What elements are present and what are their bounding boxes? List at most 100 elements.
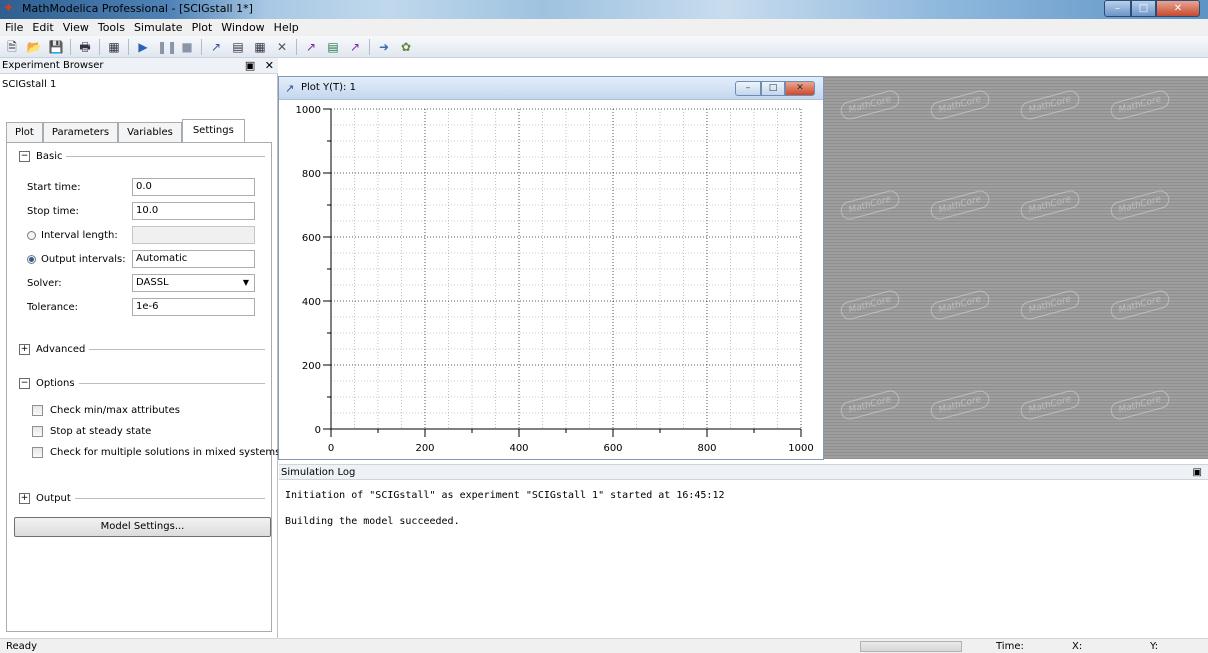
- watermark: MathCore: [838, 288, 902, 322]
- simulation-log-title: Simulation Log: [281, 467, 356, 478]
- watermark: MathCore: [1108, 188, 1172, 222]
- check-minmax-checkbox[interactable]: [32, 405, 43, 416]
- tab-parameters[interactable]: Parameters: [42, 122, 119, 142]
- watermark: MathCore: [928, 188, 992, 222]
- collapse-basic-toggle[interactable]: −: [19, 151, 30, 162]
- plot-minimize-button[interactable]: –: [735, 81, 761, 96]
- stop-icon[interactable]: ■: [179, 39, 195, 55]
- x-tick-label: 800: [697, 443, 716, 454]
- start-time-label: Start time:: [27, 181, 81, 193]
- check-minmax-row: Check min/max attributes: [32, 405, 180, 416]
- output-section-label: Output: [36, 493, 71, 504]
- simulation-log-header: Simulation Log ▣: [279, 464, 1208, 480]
- expand-advanced-toggle[interactable]: +: [19, 344, 30, 355]
- plot-maximize-button[interactable]: □: [761, 81, 785, 96]
- app-logo-icon: ✦: [3, 1, 14, 16]
- tab-settings[interactable]: Settings: [181, 119, 245, 142]
- solver-dropdown[interactable]: DASSL ▼: [132, 274, 255, 292]
- advanced-section-header: + Advanced: [19, 344, 265, 355]
- model-icon[interactable]: ▦: [106, 39, 122, 55]
- check-minmax-label: Check min/max attributes: [50, 405, 180, 416]
- toolbar-separator: [128, 38, 129, 55]
- bar-plot-icon[interactable]: ↗: [347, 39, 363, 55]
- toolbar-separator: [296, 38, 297, 55]
- plot-icon[interactable]: ↗: [208, 39, 224, 55]
- output-intervals-radio[interactable]: [27, 254, 36, 264]
- section-divider: [78, 383, 265, 384]
- menu-file[interactable]: File: [5, 19, 23, 36]
- output-intervals-field[interactable]: Automatic: [132, 250, 255, 268]
- stop-time-field[interactable]: 10.0: [132, 202, 255, 220]
- experiment-name[interactable]: SCIGstall 1: [2, 78, 56, 92]
- stop-steady-row: Stop at steady state: [32, 426, 151, 437]
- log-line: Building the model succeeded.: [285, 516, 460, 527]
- tab-bar: Plot Parameters Variables Settings: [6, 119, 245, 142]
- expand-output-toggle[interactable]: +: [19, 493, 30, 504]
- delete-icon[interactable]: ✕: [274, 39, 290, 55]
- stop-steady-label: Stop at steady state: [50, 426, 152, 437]
- section-divider: [66, 156, 265, 157]
- y-tick-label: 0: [315, 425, 321, 436]
- check-multiple-row: Check for multiple solutions in mixed sy…: [32, 447, 280, 458]
- plot-icon: ↗: [285, 82, 295, 95]
- plot-window: ↗ Plot Y(T): 1 – □ ✕ 0 200 400 600 800 1000 0 2…: [278, 76, 824, 460]
- start-time-field[interactable]: 0.0: [132, 178, 255, 196]
- menu-help[interactable]: Help: [274, 19, 299, 36]
- x-tick-label: 1000: [788, 443, 813, 454]
- x-tick-label: 200: [415, 443, 434, 454]
- pin-icon[interactable]: ▣: [245, 59, 255, 72]
- menu-simulate[interactable]: Simulate: [134, 19, 183, 36]
- x-coordinate-label: X:: [1072, 641, 1083, 652]
- plot-close-button[interactable]: ✕: [785, 81, 815, 96]
- watermark: MathCore: [1018, 288, 1082, 322]
- interval-length-field[interactable]: [132, 226, 255, 244]
- menu-plot[interactable]: Plot: [192, 19, 213, 36]
- experiment-browser: Experiment Browser ▣ ✕ SCIGstall 1 Plot …: [0, 58, 280, 638]
- menu-view[interactable]: View: [63, 19, 89, 36]
- model-settings-button[interactable]: Model Settings...: [14, 517, 271, 537]
- title-bar: ✦ MathModelica Professional - [SCIGstall…: [0, 0, 1208, 19]
- watermark: MathCore: [1018, 388, 1082, 422]
- check-multiple-checkbox[interactable]: [32, 447, 43, 458]
- play-icon[interactable]: ▶: [135, 39, 151, 55]
- tab-variables[interactable]: Variables: [118, 122, 182, 142]
- interval-length-radio[interactable]: [27, 230, 36, 240]
- experiment-browser-title: Experiment Browser: [2, 60, 104, 71]
- pin-icon[interactable]: ▣: [1193, 465, 1202, 480]
- basic-section-label: Basic: [36, 151, 63, 162]
- close-button[interactable]: ✕: [1156, 0, 1200, 17]
- save-icon[interactable]: 💾: [48, 39, 64, 55]
- tolerance-field[interactable]: 1e-6: [132, 298, 255, 316]
- plot-window-icon[interactable]: ▤: [230, 39, 246, 55]
- line-plot-icon[interactable]: ↗: [303, 39, 319, 55]
- start-time-row: Start time: 0.0: [27, 178, 257, 196]
- pause-icon[interactable]: ❚❚: [157, 39, 177, 55]
- close-icon[interactable]: ✕: [265, 59, 274, 72]
- watermark: MathCore: [838, 88, 902, 122]
- watermark: MathCore: [928, 288, 992, 322]
- status-bar: Ready Time: X: Y:: [0, 638, 1208, 653]
- plot-area[interactable]: 0 200 400 600 800 1000 0 200 400 600 800 1000: [279, 101, 823, 459]
- maximize-button[interactable]: □: [1131, 0, 1156, 17]
- menu-window[interactable]: Window: [221, 19, 264, 36]
- menu-edit[interactable]: Edit: [32, 19, 53, 36]
- open-folder-icon[interactable]: 📂: [26, 39, 42, 55]
- menu-bar: File Edit View Tools Simulate Plot Windo…: [0, 19, 1208, 36]
- stop-steady-checkbox[interactable]: [32, 426, 43, 437]
- export-icon[interactable]: ➜: [376, 39, 392, 55]
- parametric-plot-icon[interactable]: ▤: [325, 39, 341, 55]
- tab-plot[interactable]: Plot: [6, 122, 43, 142]
- table-icon[interactable]: ▦: [252, 39, 268, 55]
- simulation-log: Simulation Log ▣ Initiation of "SCIGstal…: [279, 464, 1208, 638]
- menu-tools[interactable]: Tools: [98, 19, 125, 36]
- time-label: Time:: [996, 641, 1024, 652]
- settings-icon[interactable]: ✿: [398, 39, 414, 55]
- minimize-button[interactable]: –: [1104, 0, 1131, 17]
- watermark: MathCore: [1018, 88, 1082, 122]
- new-file-icon[interactable]: 🗎: [4, 39, 20, 55]
- status-text: Ready: [6, 641, 38, 652]
- collapse-options-toggle[interactable]: −: [19, 378, 30, 389]
- options-section-label: Options: [36, 378, 75, 389]
- print-icon[interactable]: 🖶: [77, 39, 93, 55]
- output-intervals-label: Output intervals:: [41, 253, 126, 265]
